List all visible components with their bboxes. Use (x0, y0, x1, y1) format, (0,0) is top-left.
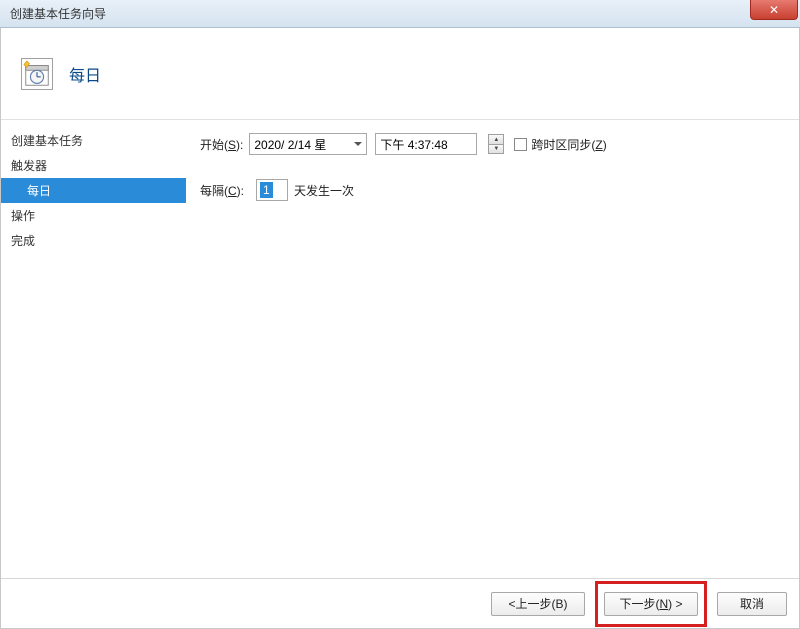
close-icon: ✕ (769, 3, 779, 17)
cancel-button[interactable]: 取消 (717, 592, 787, 616)
time-spinner: ▲ ▼ (488, 134, 504, 154)
start-label: 开始(S): (200, 136, 243, 153)
recur-value: 1 (260, 182, 273, 198)
sidebar-item-label: 操作 (11, 207, 35, 224)
start-time-input[interactable]: 下午 4:37:48 (375, 133, 477, 155)
timezone-sync-label: 跨时区同步(Z) (531, 136, 606, 153)
page-title: 每日 (69, 62, 101, 86)
sidebar-item-action[interactable]: 操作 (1, 203, 186, 228)
spinner-down-button[interactable]: ▼ (488, 144, 504, 154)
time-value: 下午 4:37:48 (380, 136, 447, 153)
main-panel: 开始(S): 2020/ 2/14 星 下午 4:37:48 ▲ ▼ 跨时区同步… (186, 120, 799, 578)
wizard-header: 每日 (1, 28, 799, 120)
titlebar: 创建基本任务向导 ✕ (0, 0, 800, 28)
date-value: 2020/ 2/14 星 (254, 136, 326, 153)
recur-label: 每隔(C): (200, 182, 244, 199)
sidebar-item-label: 每日 (27, 182, 51, 199)
timezone-sync-checkbox[interactable] (514, 138, 527, 151)
content-area: 创建基本任务 触发器 每日 操作 完成 开始(S): 2020/ 2/14 星 (1, 120, 799, 578)
calendar-clock-icon (21, 58, 53, 90)
wizard-sidebar: 创建基本任务 触发器 每日 操作 完成 (1, 120, 186, 578)
spinner-up-button[interactable]: ▲ (488, 134, 504, 144)
wizard-footer: <上一步(B) 下一步(N) > 取消 (1, 578, 799, 628)
sidebar-item-label: 创建基本任务 (11, 132, 83, 149)
sidebar-item-daily[interactable]: 每日 (1, 178, 186, 203)
close-button[interactable]: ✕ (750, 0, 798, 20)
sidebar-item-create-task[interactable]: 创建基本任务 (1, 128, 186, 153)
recur-interval-input[interactable]: 1 (256, 179, 288, 201)
sidebar-item-trigger[interactable]: 触发器 (1, 153, 186, 178)
chevron-down-icon (354, 142, 362, 146)
next-button-highlight: 下一步(N) > (595, 581, 707, 627)
start-row: 开始(S): 2020/ 2/14 星 下午 4:37:48 ▲ ▼ 跨时区同步… (200, 130, 791, 158)
window-title: 创建基本任务向导 (10, 5, 106, 22)
recur-unit-label: 天发生一次 (294, 182, 354, 199)
sidebar-item-label: 完成 (11, 232, 35, 249)
sidebar-item-label: 触发器 (11, 157, 47, 174)
recur-row: 每隔(C): 1 天发生一次 (200, 176, 791, 204)
sidebar-item-finish[interactable]: 完成 (1, 228, 186, 253)
next-button[interactable]: 下一步(N) > (604, 592, 698, 616)
window-body: 每日 创建基本任务 触发器 每日 操作 完成 开始(S): (0, 28, 800, 629)
back-button[interactable]: <上一步(B) (491, 592, 585, 616)
start-date-input[interactable]: 2020/ 2/14 星 (249, 133, 367, 155)
